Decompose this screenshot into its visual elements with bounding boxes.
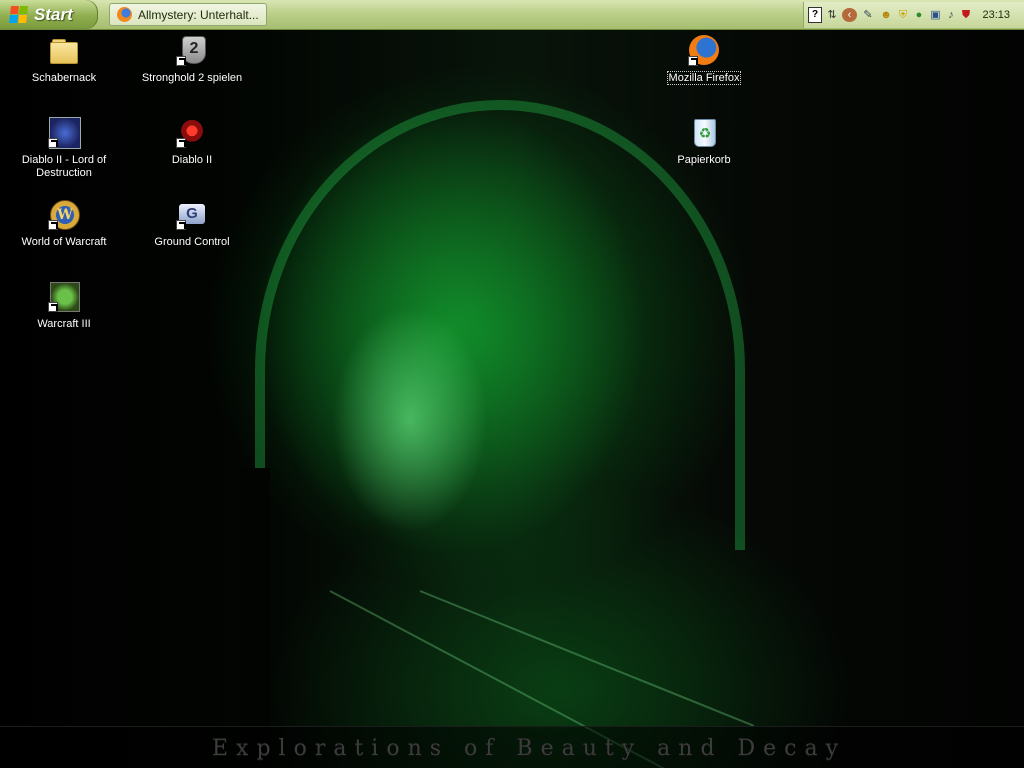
desktop-icon-schabernack[interactable]: Schabernack xyxy=(9,34,119,85)
network-status-icon[interactable]: ⇅ xyxy=(826,8,838,22)
desktop-icon-mozilla-firefox[interactable]: Mozilla Firefox xyxy=(649,34,759,85)
shortcut-arrow-icon xyxy=(48,220,58,230)
taskbar-button-label: Allmystery: Unterhalt... xyxy=(138,7,259,22)
start-button[interactable]: Start xyxy=(0,0,98,29)
shortcut-arrow-icon xyxy=(688,56,698,66)
diablo-2-lod-icon xyxy=(48,116,81,149)
recycle-bin-icon: ♻ xyxy=(688,116,720,148)
tunnel-pillar xyxy=(240,468,270,768)
system-tray: ? ⇅ ‹ ✎ ☻ ⛨ ● ▣ ♪ ⛊ 23:13 xyxy=(803,2,1024,28)
folder-icon xyxy=(48,34,80,66)
desktop-icon-label: Schabernack xyxy=(31,72,97,84)
wallpaper-caption: Explorations of Beauty and Decay xyxy=(212,735,847,761)
usb-device-icon[interactable]: ✎ xyxy=(861,8,875,22)
antivirus-icon[interactable]: ⛊ xyxy=(960,8,972,22)
stronghold-2-icon: 2 xyxy=(176,34,208,66)
shortcut-arrow-icon xyxy=(176,220,186,230)
messenger-icon[interactable]: ☻ xyxy=(879,8,893,22)
desktop-icon-label: World of Warcraft xyxy=(21,236,107,248)
shortcut-arrow-icon xyxy=(48,138,58,148)
monitor-icon[interactable]: ▣ xyxy=(929,8,942,22)
desktop-icon-label: Mozilla Firefox xyxy=(666,71,742,85)
shortcut-arrow-icon xyxy=(48,302,58,312)
help-icon[interactable]: ? xyxy=(808,7,822,23)
desktop-icon-diablo-2-lod[interactable]: Diablo II - Lord of Destruction xyxy=(9,116,119,180)
desktop-icon-label: Diablo II xyxy=(171,154,213,166)
desktop-icon-papierkorb[interactable]: ♻ Papierkorb xyxy=(649,116,759,167)
desktop-icon-label: Ground Control xyxy=(154,236,230,248)
security-shield-icon[interactable]: ⛨ xyxy=(897,8,909,22)
desktop-icon-ground-control[interactable]: G Ground Control xyxy=(137,198,247,249)
firefox-icon xyxy=(688,34,720,66)
world-of-warcraft-icon: W xyxy=(48,198,80,230)
tunnel-arch xyxy=(255,100,745,550)
windows-logo-icon xyxy=(9,5,29,24)
desktop-icon-label: Papierkorb xyxy=(677,154,731,166)
desktop-icon-world-of-warcraft[interactable]: W World of Warcraft xyxy=(9,198,119,249)
user-icon[interactable]: ● xyxy=(913,8,925,22)
diablo-2-icon xyxy=(176,116,208,148)
firefox-icon xyxy=(117,7,132,22)
rail-line xyxy=(419,590,755,727)
show-hidden-icons-icon[interactable]: ‹ xyxy=(842,8,857,22)
start-label: Start xyxy=(34,4,73,24)
shortcut-arrow-icon xyxy=(176,56,186,66)
desktop-icon-warcraft-3[interactable]: Warcraft III xyxy=(9,280,119,331)
taskbar: Start Allmystery: Unterhalt... ? ⇅ ‹ ✎ ☻… xyxy=(0,0,1024,30)
desktop-icon-diablo-2[interactable]: Diablo II xyxy=(137,116,247,167)
desktop-icon-label: Stronghold 2 spielen xyxy=(141,72,243,84)
desktop-icon-label: Warcraft III xyxy=(37,318,91,330)
desktop-icon-stronghold-2[interactable]: 2 Stronghold 2 spielen xyxy=(137,34,247,85)
shortcut-arrow-icon xyxy=(176,138,186,148)
ground-control-icon: G xyxy=(176,198,208,230)
volume-icon[interactable]: ♪ xyxy=(946,8,956,22)
desktop-icon-label: Diablo II - Lord of Destruction xyxy=(21,154,107,179)
taskbar-clock[interactable]: 23:13 xyxy=(982,9,1010,21)
warcraft-3-icon xyxy=(48,280,80,312)
wallpaper-banner: Explorations of Beauty and Decay xyxy=(0,726,1024,768)
taskbar-button-firefox[interactable]: Allmystery: Unterhalt... xyxy=(109,3,267,26)
